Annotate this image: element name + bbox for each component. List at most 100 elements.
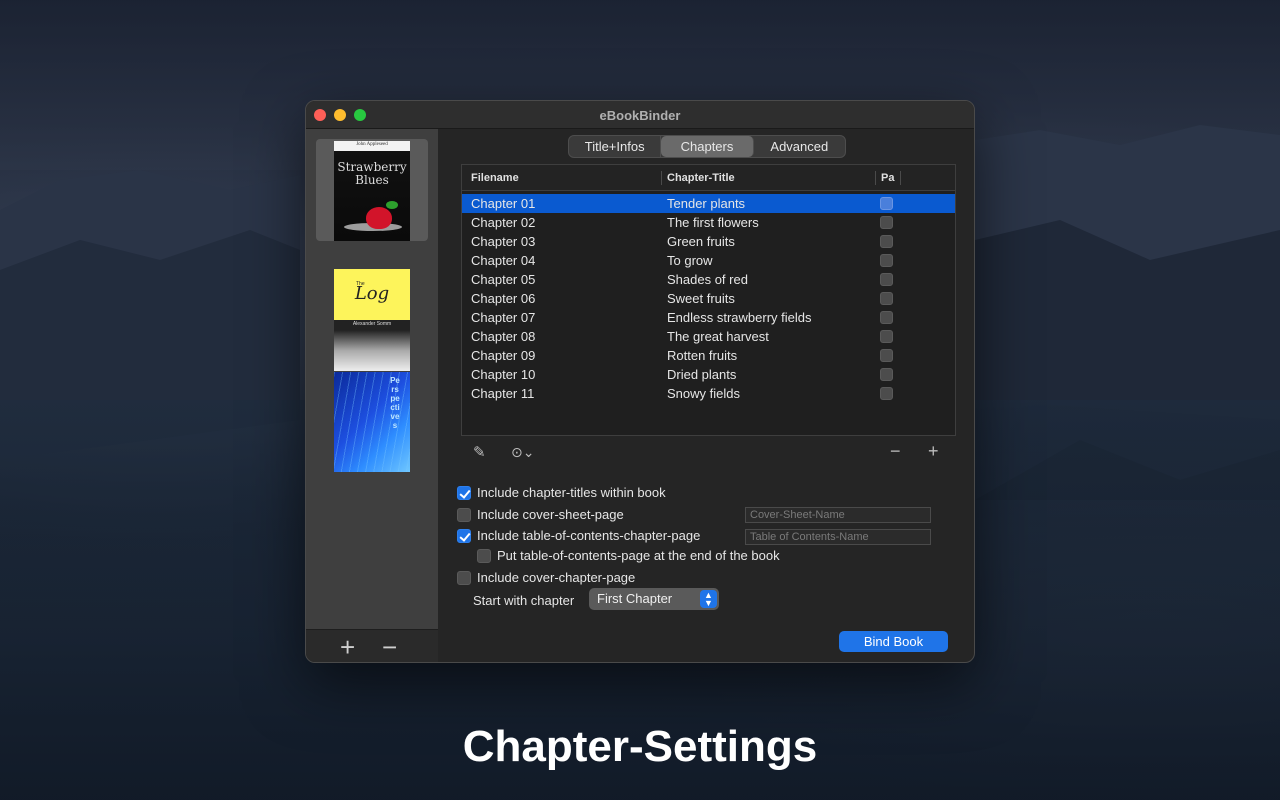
row-chapter-title[interactable]: The great harvest [667, 329, 769, 344]
edit-pencil-icon[interactable]: ✎ [473, 443, 486, 461]
row-filename: Chapter 08 [471, 329, 536, 344]
checkbox[interactable] [457, 507, 471, 522]
row-checkbox[interactable] [880, 273, 893, 286]
remove-chapter-button[interactable]: − [890, 441, 901, 462]
app-window: eBookBinder John Appleseed Strawberry Bl… [305, 100, 975, 663]
row-chapter-title[interactable]: Rotten fruits [667, 348, 737, 363]
table-row[interactable]: Chapter 11 Snowy fields [462, 384, 955, 403]
tab-title-infos[interactable]: Title+Infos [569, 136, 662, 157]
option-label: Include cover-sheet-page [477, 507, 624, 522]
row-checkbox[interactable] [880, 216, 893, 229]
row-filename: Chapter 01 [471, 196, 536, 211]
start-with-chapter-label: Start with chapter [473, 593, 575, 608]
table-row[interactable]: Chapter 09 Rotten fruits [462, 346, 955, 365]
strawberry-graphic [366, 207, 392, 229]
bind-book-button[interactable]: Bind Book [839, 631, 948, 652]
row-filename: Chapter 06 [471, 291, 536, 306]
checkbox[interactable] [457, 528, 471, 543]
option-label: Put table-of-contents-page at the end of… [497, 548, 780, 563]
start-chapter-select[interactable]: First Chapter ▲ ▼ [589, 588, 719, 610]
table-row[interactable]: Chapter 05 Shades of red [462, 270, 955, 289]
sidebar-footer: + − [306, 629, 438, 662]
row-filename: Chapter 09 [471, 348, 536, 363]
row-filename: Chapter 10 [471, 367, 536, 382]
leaf-graphic [386, 201, 398, 209]
row-checkbox[interactable] [880, 387, 893, 400]
add-book-button[interactable]: + [340, 634, 355, 660]
row-filename: Chapter 05 [471, 272, 536, 287]
row-checkbox[interactable] [880, 311, 893, 324]
more-options-icon[interactable]: ⊙⌄ [511, 444, 534, 461]
option-include-toc[interactable]: Include table-of-contents-chapter-page [457, 528, 700, 543]
table-row[interactable]: Chapter 01 Tender plants [462, 194, 955, 213]
row-filename: Chapter 03 [471, 234, 536, 249]
row-filename: Chapter 04 [471, 253, 536, 268]
row-checkbox[interactable] [880, 330, 893, 343]
cover-title: Strawberry Blues [337, 160, 407, 187]
tab-advanced[interactable]: Advanced [754, 136, 845, 157]
marketing-caption: Chapter-Settings [462, 722, 818, 771]
option-include-cover-sheet[interactable]: Include cover-sheet-page [457, 507, 624, 522]
table-row[interactable]: Chapter 03 Green fruits [462, 232, 955, 251]
row-chapter-title[interactable]: Sweet fruits [667, 291, 735, 306]
title-bar: eBookBinder [306, 101, 974, 129]
table-row[interactable]: Chapter 04 To grow [462, 251, 955, 270]
row-checkbox[interactable] [880, 197, 893, 210]
remove-book-button[interactable]: − [382, 634, 397, 660]
checkbox[interactable] [457, 485, 471, 500]
row-checkbox[interactable] [880, 292, 893, 305]
book-list-sidebar: John Appleseed Strawberry Blues The Log … [306, 129, 438, 629]
book-cover-strawberry-blues[interactable]: John Appleseed Strawberry Blues [334, 141, 410, 241]
tab-chapters[interactable]: Chapters [661, 136, 754, 157]
column-header-pa[interactable]: Pa [881, 172, 894, 184]
window-title: eBookBinder [599, 108, 681, 123]
row-checkbox[interactable] [880, 235, 893, 248]
cover-title: Log [354, 283, 390, 304]
row-chapter-title[interactable]: Dried plants [667, 367, 736, 382]
row-chapter-title[interactable]: Endless strawberry fields [667, 310, 812, 325]
option-label: Include cover-chapter-page [477, 570, 636, 585]
table-row[interactable]: Chapter 06 Sweet fruits [462, 289, 955, 308]
select-value: First Chapter [597, 591, 673, 606]
option-toc-at-end[interactable]: Put table-of-contents-page at the end of… [477, 548, 780, 563]
row-chapter-title[interactable]: Tender plants [667, 196, 745, 211]
row-chapter-title[interactable]: Green fruits [667, 234, 735, 249]
option-include-cover-chapter[interactable]: Include cover-chapter-page [457, 570, 635, 585]
book-cover-the-log[interactable]: The Log Alexander Somm [334, 269, 410, 371]
add-chapter-button[interactable]: + [928, 441, 939, 462]
book-cover-perspectives[interactable]: Perspectives [334, 372, 410, 472]
table-row[interactable]: Chapter 02 The first flowers [462, 213, 955, 232]
option-label: Include chapter-titles within book [477, 485, 666, 500]
column-divider [661, 171, 662, 185]
cover-author: John Appleseed [356, 142, 388, 147]
row-chapter-title[interactable]: The first flowers [667, 215, 759, 230]
updown-chevron-icon: ▲ ▼ [700, 590, 717, 608]
column-header-filename[interactable]: Filename [471, 172, 519, 184]
row-filename: Chapter 11 [471, 386, 535, 401]
row-filename: Chapter 02 [471, 215, 536, 230]
tab-bar: Title+Infos Chapters Advanced [568, 135, 846, 158]
table-row[interactable]: Chapter 07 Endless strawberry fields [462, 308, 955, 327]
option-label: Include table-of-contents-chapter-page [477, 528, 701, 543]
row-checkbox[interactable] [880, 254, 893, 267]
chapter-table: Filename Chapter-Title Pa Chapter 01 Tend… [461, 164, 956, 436]
row-checkbox[interactable] [880, 368, 893, 381]
cover-title: Perspectives [390, 376, 400, 430]
column-divider [875, 171, 876, 185]
checkbox[interactable] [477, 548, 491, 563]
row-chapter-title[interactable]: Snowy fields [667, 386, 740, 401]
table-header: Filename Chapter-Title Pa [462, 165, 955, 191]
checkbox[interactable] [457, 570, 471, 585]
toc-name-field[interactable]: Table of Contents-Name [745, 529, 931, 545]
column-header-chapter-title[interactable]: Chapter-Title [667, 172, 735, 184]
table-row[interactable]: Chapter 08 The great harvest [462, 327, 955, 346]
row-chapter-title[interactable]: To grow [667, 253, 713, 268]
table-row[interactable]: Chapter 10 Dried plants [462, 365, 955, 384]
column-divider [900, 171, 901, 185]
cover-sheet-name-field[interactable]: Cover-Sheet-Name [745, 507, 931, 523]
cover-author: Alexander Somm [352, 321, 392, 327]
row-checkbox[interactable] [880, 349, 893, 362]
option-include-chapter-titles[interactable]: Include chapter-titles within book [457, 485, 666, 500]
row-chapter-title[interactable]: Shades of red [667, 272, 748, 287]
row-filename: Chapter 07 [471, 310, 536, 325]
